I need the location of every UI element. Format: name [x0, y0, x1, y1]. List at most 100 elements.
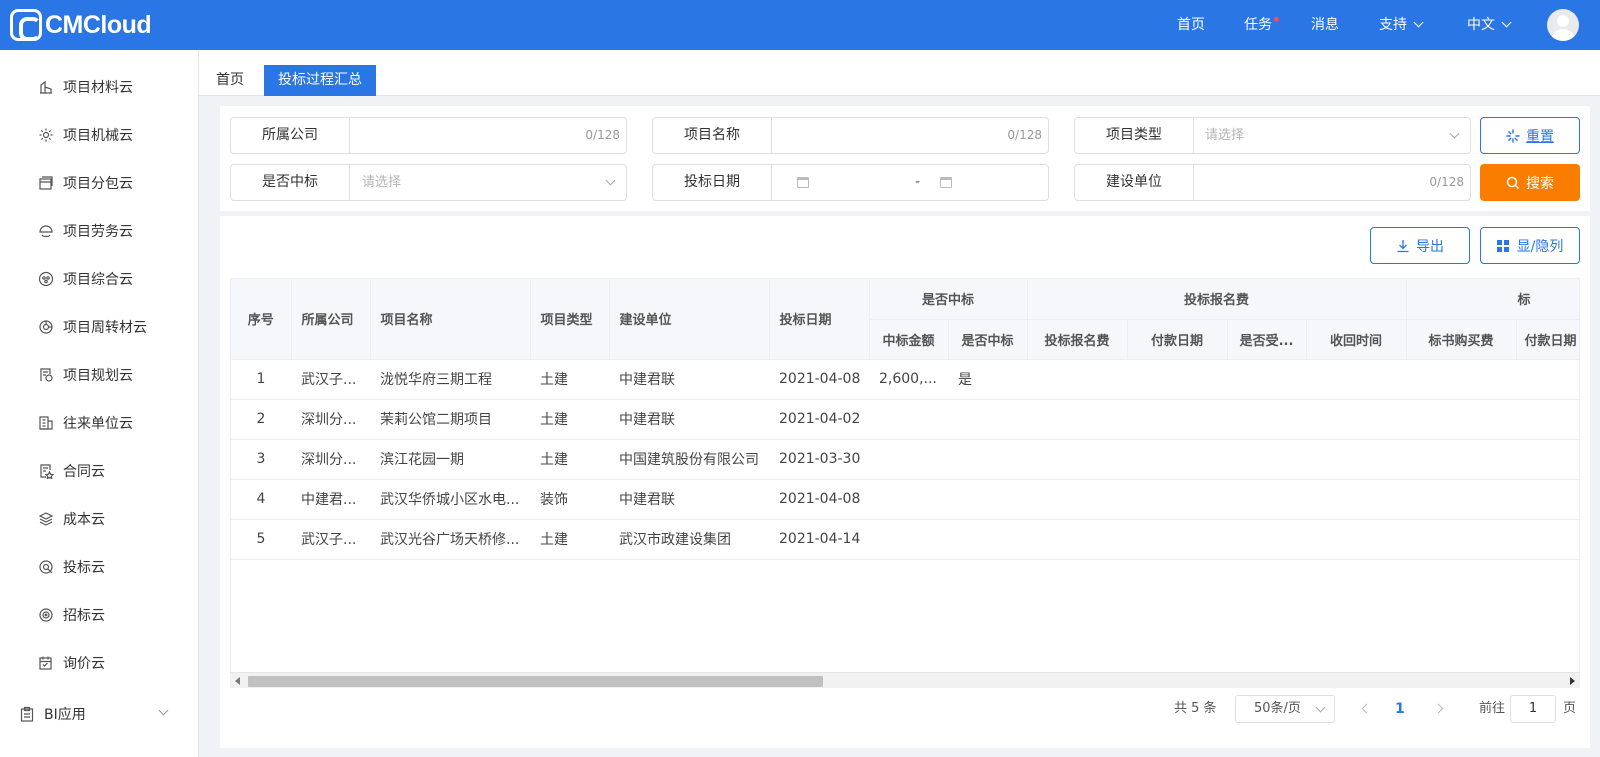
cell-seq: 5: [231, 519, 291, 560]
goto-suffix: 页: [1563, 701, 1577, 716]
logo[interactable]: CMCloud: [10, 9, 152, 41]
char-count: 0/128: [1007, 128, 1042, 142]
contract-icon: [38, 463, 54, 479]
sidebar-item-bidding[interactable]: 投标云: [0, 543, 199, 591]
export-button[interactable]: 导出: [1370, 227, 1470, 264]
sidebar-item-labor[interactable]: 项目劳务云: [0, 207, 199, 255]
col-group-doc: 标: [1406, 279, 1579, 320]
sidebar-item-label: 项目材料云: [63, 80, 133, 96]
sidebar-item-label: 项目综合云: [63, 272, 133, 288]
goto-page-input[interactable]: 1: [1510, 695, 1556, 723]
toggle-columns-button[interactable]: 显/隐列: [1480, 227, 1580, 264]
cell-company: 深圳分...: [291, 399, 370, 440]
builder-label: 建设单位: [1075, 165, 1194, 200]
table-row[interactable]: 2 深圳分... 茉莉公馆二期项目 土建 中建君联 2021-04-02: [231, 399, 1579, 440]
sidebar-item-partners[interactable]: 往来单位云: [0, 399, 199, 447]
search-button[interactable]: 搜索: [1480, 164, 1580, 201]
sidebar-item-label: 成本云: [63, 512, 105, 528]
nav-messages[interactable]: 消息: [1311, 0, 1339, 50]
search-label: 搜索: [1526, 175, 1554, 192]
logo-text: CMCloud: [45, 10, 152, 39]
logo-icon: [10, 9, 42, 41]
page-size-select[interactable]: 50条/页: [1235, 695, 1335, 723]
sidebar-item-label: 项目分包云: [63, 176, 133, 192]
cell-type: 土建: [530, 519, 609, 560]
nav-home[interactable]: 首页: [1177, 0, 1205, 50]
sidebar-item-material[interactable]: 项目材料云: [0, 63, 199, 111]
col-group-fee: 投标报名费: [1027, 279, 1407, 320]
cell-won-flag: [948, 439, 1028, 480]
nav-support[interactable]: 支持: [1379, 0, 1424, 50]
sidebar-item-cost[interactable]: 成本云: [0, 495, 199, 543]
col-date: 投标日期: [769, 279, 870, 360]
tab-bid-summary[interactable]: 投标过程汇总: [264, 65, 376, 96]
sidebar-item-label: 往来单位云: [63, 416, 133, 432]
reset-button[interactable]: 重置: [1480, 117, 1580, 154]
cell-won-amount: 2,600,...: [869, 359, 948, 400]
col-doc-pay-date: 付款日期: [1516, 319, 1579, 360]
sidebar-item-bi[interactable]: BI应用: [0, 690, 199, 738]
cell-date: 2021-04-08: [769, 479, 869, 520]
builder-field[interactable]: 建设单位 0/128: [1074, 164, 1471, 201]
grid-icon: [1496, 239, 1509, 252]
table-row[interactable]: 3 深圳分... 滨江花园一期 土建 中国建筑股份有限公司 2021-03-30: [231, 439, 1579, 480]
sidebar-item-tender[interactable]: 招标云: [0, 591, 199, 639]
col-builder: 建设单位: [609, 279, 770, 360]
table-row[interactable]: 4 中建君... 武汉华侨城小区水电... 装饰 中建君联 2021-04-08: [231, 479, 1579, 520]
sidebar-item-machinery[interactable]: 项目机械云: [0, 111, 199, 159]
sidebar-item-subcontract[interactable]: 项目分包云: [0, 159, 199, 207]
horizontal-scrollbar[interactable]: [230, 672, 1580, 688]
scroll-right-icon[interactable]: [1570, 677, 1575, 685]
cell-won-amount: [869, 439, 948, 480]
sidebar-item-label: BI应用: [44, 707, 86, 723]
col-project: 项目名称: [370, 279, 531, 360]
cell-project: 茉莉公馆二期项目: [370, 399, 530, 440]
cell-builder: 中国建筑股份有限公司: [609, 439, 769, 480]
nav-language[interactable]: 中文: [1467, 0, 1512, 50]
project-name-field[interactable]: 项目名称 0/128: [652, 117, 1049, 154]
col-type: 项目类型: [530, 279, 610, 360]
bid-date-range[interactable]: 投标日期 -: [652, 164, 1049, 201]
project-type-select[interactable]: 项目类型 请选择: [1074, 117, 1471, 154]
avatar[interactable]: [1547, 9, 1579, 41]
cell-builder: 中建君联: [609, 479, 769, 520]
current-page[interactable]: 1: [1395, 695, 1405, 723]
table-row[interactable]: 1 武汉子... 泷悦华府三期工程 土建 中建君联 2021-04-08 2,6…: [231, 359, 1579, 400]
bid-date-label: 投标日期: [653, 165, 772, 200]
table-row[interactable]: 5 武汉子... 武汉光谷广场天桥修... 土建 武汉市政建设集团 2021-0…: [231, 519, 1579, 560]
sidebar-item-turnover[interactable]: 项目周转材云: [0, 303, 199, 351]
sidebar-item-contract[interactable]: 合同云: [0, 447, 199, 495]
nav-tasks[interactable]: 任务: [1244, 0, 1279, 50]
won-select[interactable]: 是否中标 请选择: [230, 164, 627, 201]
sidebar-item-planning[interactable]: 项目规划云: [0, 351, 199, 399]
cell-type: 土建: [530, 399, 609, 440]
total-count: 共 5 条: [1174, 701, 1217, 716]
cell-builder: 武汉市政建设集团: [609, 519, 769, 560]
material-icon: [38, 79, 54, 95]
cell-won-flag: [948, 479, 1028, 520]
cell-company: 中建君...: [291, 479, 370, 520]
sidebar-item-comprehensive[interactable]: 项目综合云: [0, 255, 199, 303]
calendar-icon: [797, 177, 809, 188]
cell-company: 深圳分...: [291, 439, 370, 480]
scrollbar-thumb[interactable]: [248, 676, 823, 687]
layers-icon: [38, 511, 54, 527]
cell-won-amount: [869, 479, 948, 520]
cell-type: 装饰: [530, 479, 609, 520]
sidebar-item-label: 项目机械云: [63, 128, 133, 144]
sidebar-item-inquiry[interactable]: 询价云: [0, 639, 199, 687]
sidebar-item-label: 投标云: [63, 560, 105, 576]
select-placeholder: 请选择: [362, 175, 402, 190]
cell-company: 武汉子...: [291, 359, 370, 400]
cell-date: 2021-04-08: [769, 359, 869, 400]
chevron-down-icon: [1413, 17, 1424, 28]
scroll-left-icon[interactable]: [235, 677, 240, 685]
company-field[interactable]: 所属公司 0/128: [230, 117, 627, 154]
cycle-icon: [38, 319, 54, 335]
top-navbar: CMCloud 首页 任务 消息 支持 中文: [0, 0, 1600, 50]
nav-support-label: 支持: [1379, 17, 1407, 33]
tab-home[interactable]: 首页: [202, 65, 258, 96]
data-table: 序号 所属公司 项目名称 项目类型 建设单位 投标日期 是否中标 投标报名费 标…: [230, 278, 1580, 688]
page-size-label: 50条/页: [1254, 701, 1301, 716]
project-name-label: 项目名称: [653, 118, 772, 153]
